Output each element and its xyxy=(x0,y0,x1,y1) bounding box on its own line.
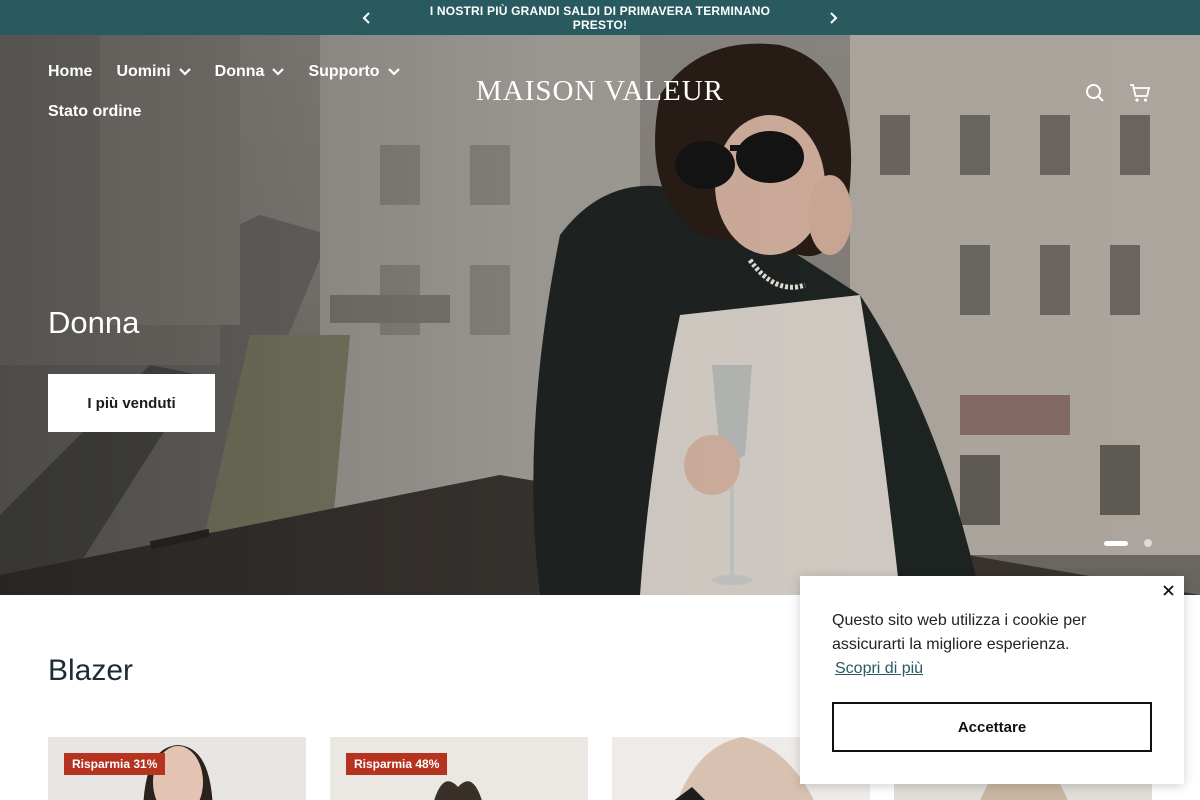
learn-more-link[interactable]: Scopri di più xyxy=(835,660,923,678)
search-icon[interactable] xyxy=(1083,81,1107,105)
slide-dot-2[interactable] xyxy=(1144,539,1152,547)
product-card[interactable]: Risparmia 31% xyxy=(48,737,306,800)
chevron-left-icon[interactable] xyxy=(357,8,377,28)
chevron-right-icon[interactable] xyxy=(823,8,843,28)
cart-icon[interactable] xyxy=(1128,81,1152,105)
close-icon[interactable] xyxy=(1160,582,1176,598)
announcement-bar: I NOSTRI PIÙ GRANDI SALDI DI PRIMAVERA T… xyxy=(0,0,1200,35)
slide-dot-1[interactable] xyxy=(1104,540,1128,546)
hero-banner: Home Uomini Donna Supporto Stato ordine … xyxy=(0,35,1200,595)
header-actions xyxy=(1083,81,1152,105)
accept-cookies-button[interactable]: Accettare xyxy=(832,702,1152,752)
product-card[interactable]: Risparmia 48% xyxy=(330,737,588,800)
cookie-message: Questo sito web utilizza i cookie per as… xyxy=(832,612,1087,653)
discount-badge: Risparmia 31% xyxy=(64,753,166,775)
brand-logo[interactable]: MAISON VALEUR xyxy=(0,75,1200,108)
discount-badge: Risparmia 48% xyxy=(346,753,448,775)
announcement-text: I NOSTRI PIÙ GRANDI SALDI DI PRIMAVERA T… xyxy=(429,3,771,32)
slideshow-dots xyxy=(1088,539,1152,547)
hero-title: Donna xyxy=(48,305,140,340)
bestsellers-button[interactable]: I più venduti xyxy=(48,374,215,432)
cookie-banner: Questo sito web utilizza i cookie per as… xyxy=(800,576,1184,784)
section-title: Blazer xyxy=(48,654,134,687)
